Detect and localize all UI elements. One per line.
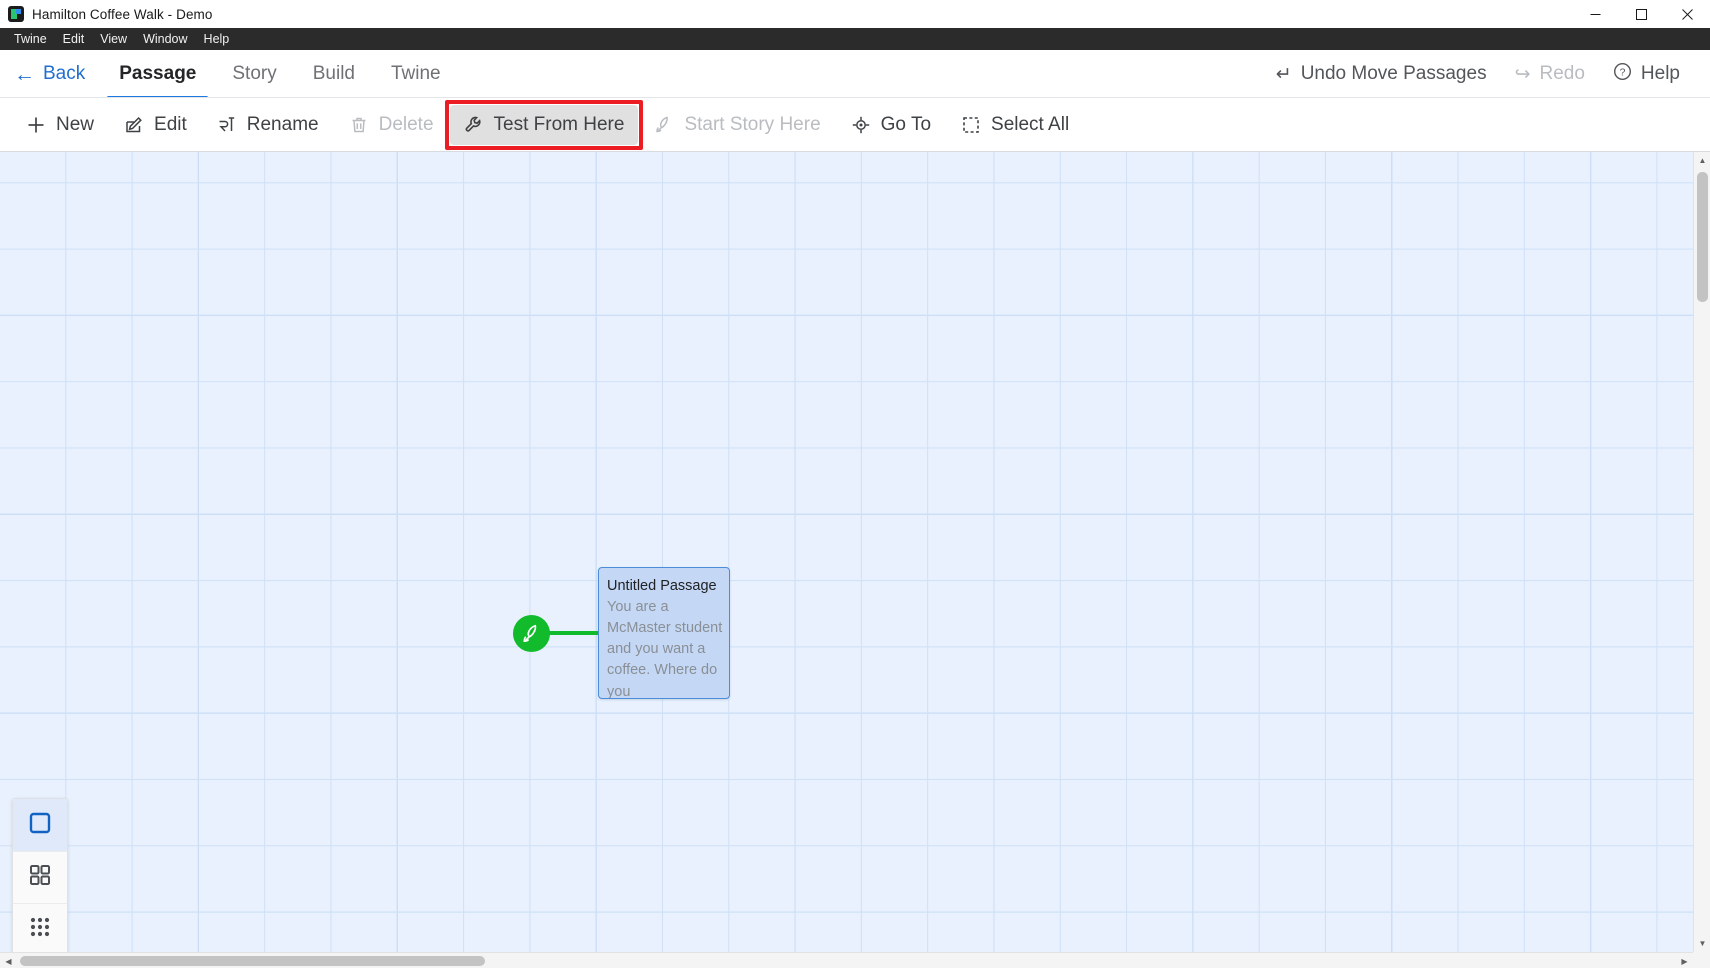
tab-build-label: Build: [312, 63, 355, 84]
go-to-label: Go To: [880, 114, 932, 135]
question-circle-icon: ?: [1613, 62, 1632, 87]
passage-card[interactable]: Untitled Passage You are a McMaster stud…: [598, 567, 730, 699]
go-to-button[interactable]: Go To: [837, 105, 945, 145]
undo-button[interactable]: ↵ Undo Move Passages: [1264, 57, 1499, 91]
zoom-medium-icon: [28, 863, 52, 892]
chevron-left-icon[interactable]: ◀: [0, 953, 17, 968]
maximize-icon[interactable]: [1618, 0, 1664, 28]
rename-passage-button[interactable]: Rename: [203, 105, 333, 145]
tab-story-label: Story: [232, 63, 277, 84]
title-bar: Hamilton Coffee Walk - Demo: [0, 0, 1710, 28]
chevron-down-icon[interactable]: ▼: [1694, 935, 1710, 952]
story-map-canvas[interactable]: Untitled Passage You are a McMaster stud…: [0, 152, 1710, 968]
rename-passage-label: Rename: [246, 114, 319, 135]
delete-passage-button[interactable]: Delete: [335, 105, 448, 145]
twine-logo-icon: [8, 6, 24, 22]
rename-icon: [217, 115, 237, 135]
back-button-label: Back: [43, 63, 86, 84]
horizontal-scrollbar-thumb[interactable]: [20, 956, 485, 966]
scrollbar-corner: [1693, 952, 1710, 968]
back-button[interactable]: ← Back: [0, 50, 101, 98]
new-passage-label: New: [56, 114, 95, 135]
plus-icon: [26, 115, 46, 135]
zoom-level-panel: [12, 798, 68, 956]
select-all-label: Select All: [991, 114, 1070, 135]
passage-title: Untitled Passage: [607, 578, 717, 594]
zoom-level-large-button[interactable]: [13, 799, 67, 851]
vertical-scrollbar[interactable]: ▲ ▼: [1693, 152, 1710, 952]
menu-item-help[interactable]: Help: [196, 29, 238, 49]
start-story-here-label: Start Story Here: [684, 114, 821, 135]
test-from-here-button[interactable]: Test From Here: [449, 105, 639, 145]
tab-passage[interactable]: Passage: [101, 50, 214, 99]
tab-build[interactable]: Build: [295, 50, 373, 98]
delete-passage-label: Delete: [378, 114, 434, 135]
nav-action-group: ↵ Undo Move Passages ↪ Redo ? Help: [1264, 50, 1710, 98]
chevron-right-icon[interactable]: ▶: [1676, 953, 1693, 968]
edit-passage-button[interactable]: Edit: [110, 105, 201, 145]
tab-twine[interactable]: Twine: [373, 50, 459, 98]
rocket-icon: [522, 624, 536, 642]
undo-button-label: Undo Move Passages: [1300, 63, 1487, 84]
tab-story[interactable]: Story: [214, 50, 294, 98]
menu-item-edit[interactable]: Edit: [55, 29, 93, 49]
zoom-large-icon: [28, 811, 52, 840]
edit-passage-label: Edit: [154, 114, 187, 135]
horizontal-scrollbar[interactable]: ◀ ▶: [0, 952, 1693, 968]
canvas-grid: [0, 152, 1710, 968]
window-controls: [1572, 0, 1710, 28]
rocket-icon: [654, 115, 674, 135]
start-story-here-button[interactable]: Start Story Here: [640, 105, 834, 145]
test-from-here-label: Test From Here: [493, 114, 625, 135]
menu-item-window[interactable]: Window: [135, 29, 195, 49]
trash-icon: [349, 115, 369, 135]
zoom-level-small-button[interactable]: [13, 903, 67, 955]
passage-toolbar: New Edit Rename Delete Test From Here St…: [0, 98, 1710, 152]
passage-excerpt: You are a McMaster student and you want …: [607, 599, 723, 699]
zoom-level-medium-button[interactable]: [13, 851, 67, 903]
tab-twine-label: Twine: [390, 63, 441, 84]
select-all-button[interactable]: Select All: [947, 105, 1083, 145]
arrow-left-icon: ←: [14, 62, 35, 86]
dashed-square-icon: [961, 115, 981, 135]
tab-passage-label: Passage: [119, 63, 197, 84]
redo-button[interactable]: ↪ Redo: [1503, 57, 1597, 91]
start-story-marker[interactable]: [513, 615, 550, 652]
menu-item-twine[interactable]: Twine: [6, 29, 55, 49]
minimize-icon[interactable]: [1572, 0, 1618, 28]
wrench-icon: [464, 115, 484, 135]
help-button-label: Help: [1640, 63, 1680, 84]
zoom-small-icon: [28, 915, 52, 944]
crosshair-icon: [851, 115, 871, 135]
start-connector-line: [545, 631, 605, 635]
twine-story-editor-window: Hamilton Coffee Walk - Demo Twine Edit V…: [0, 0, 1710, 968]
redo-icon: ↪: [1514, 63, 1531, 85]
redo-button-label: Redo: [1539, 63, 1585, 84]
help-button[interactable]: ? Help: [1601, 56, 1692, 93]
top-navigation-bar: ← Back Passage Story Build Twine ↵ Undo …: [0, 50, 1710, 99]
new-passage-button[interactable]: New: [12, 105, 108, 145]
menu-item-view[interactable]: View: [92, 29, 135, 49]
window-title: Hamilton Coffee Walk - Demo: [32, 6, 213, 22]
close-icon[interactable]: [1664, 0, 1710, 28]
nav-tab-group: ← Back Passage Story Build Twine: [0, 50, 459, 99]
undo-icon: ↵: [1275, 63, 1292, 85]
menu-bar: Twine Edit View Window Help: [0, 28, 1710, 50]
vertical-scrollbar-thumb[interactable]: [1697, 172, 1708, 302]
pencil-square-icon: [124, 115, 144, 135]
svg-text:?: ?: [1620, 67, 1626, 78]
chevron-up-icon[interactable]: ▲: [1694, 152, 1710, 169]
